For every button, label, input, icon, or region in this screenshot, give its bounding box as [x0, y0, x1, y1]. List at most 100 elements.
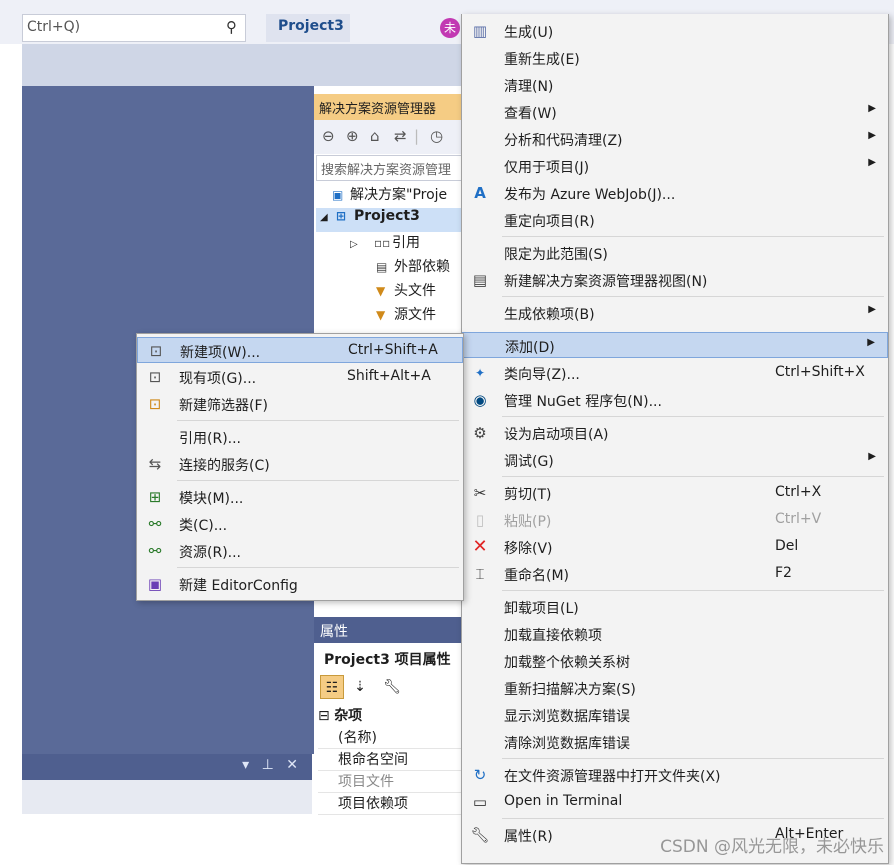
module-icon: ⊞ [148, 488, 162, 506]
tree-item-header-files[interactable]: ▼ 头文件 [376, 280, 436, 304]
menu-item-new-view[interactable]: ▤ 新建解决方案资源管理器视图(N) [462, 267, 888, 293]
search-input[interactable]: Ctrl+Q) ⚲ [22, 14, 246, 42]
menu-item-rebuild[interactable]: 重新生成(E) [462, 45, 888, 71]
property-category[interactable]: ⊟ 杂项 [318, 705, 462, 727]
menu-item-open-terminal[interactable]: ▭ Open in Terminal [462, 789, 888, 815]
tree-item-solution[interactable]: ▣ 解决方案"Proje [332, 184, 447, 208]
menu-item-debug[interactable]: 调试(G) ▶ [462, 447, 888, 473]
tree-item-project[interactable]: ◢ ⊞ Project3 [316, 208, 462, 232]
menu-item-set-startup[interactable]: ⚙ 设为启动项目(A) [462, 420, 888, 446]
submenu-item-module[interactable]: ⊞ 模块(M)... [137, 484, 463, 510]
property-row[interactable]: 根命名空间 [318, 749, 462, 771]
alphabetical-icon[interactable]: ⇣ [348, 675, 372, 699]
categorized-icon[interactable]: ☷ [320, 675, 344, 699]
menu-separator [177, 480, 459, 481]
expand-arrow-icon[interactable]: ▷ [350, 239, 374, 250]
switch-view-icon[interactable]: ⇄ [394, 127, 407, 145]
menu-item-show-db-errors[interactable]: 显示浏览数据库错误 [462, 702, 888, 728]
back-icon[interactable]: ⊖ [322, 127, 335, 145]
connected-service-icon: ⇆ [148, 455, 162, 473]
bottom-panel [22, 780, 312, 814]
menu-item-unload[interactable]: 卸载项目(L) [462, 594, 888, 620]
submenu-arrow-icon: ▶ [868, 451, 876, 462]
bottom-panel-content [22, 814, 312, 865]
menu-item-class-wizard[interactable]: ✦ 类向导(Z)... Ctrl+Shift+X [462, 360, 888, 386]
add-submenu: ⊡ 新建项(W)... Ctrl+Shift+A ⊡ 现有项(G)... Shift+A… [136, 333, 464, 601]
project-icon: ⊞ [336, 209, 347, 223]
menu-item-paste[interactable]: ▯ 粘贴(P) Ctrl+V [462, 507, 888, 533]
resource-icon: ⚯ [148, 542, 162, 560]
menu-separator [502, 758, 884, 759]
panel-controls-icon[interactable]: ▾ ⊥ ✕ [242, 757, 302, 773]
open-folder-icon: ↻ [473, 766, 487, 784]
submenu-arrow-icon: ▶ [867, 337, 875, 348]
properties-title: Project3 项目属性 [324, 652, 451, 668]
menu-separator [177, 567, 459, 568]
menu-item-clear-db-errors[interactable]: 清除浏览数据库错误 [462, 729, 888, 755]
menu-item-remove[interactable]: ✕ 移除(V) Del [462, 534, 888, 560]
submenu-arrow-icon: ▶ [868, 304, 876, 315]
new-filter-icon: ⊡ [148, 395, 162, 413]
menu-item-build[interactable]: ▥ 生成(U) [462, 18, 888, 44]
menu-item-load-direct-deps[interactable]: 加载直接依赖项 [462, 621, 888, 647]
menu-item-scope[interactable]: 限定为此范围(S) [462, 240, 888, 266]
submenu-item-editorconfig[interactable]: ▣ 新建 EditorConfig [137, 571, 463, 597]
pending-changes-icon[interactable]: ◷ [430, 127, 443, 145]
submenu-item-class[interactable]: ⚯ 类(C)... [137, 511, 463, 537]
bottom-panel-tab[interactable]: ▾ ⊥ ✕ [22, 754, 312, 780]
forward-icon[interactable]: ⊕ [346, 127, 359, 145]
submenu-item-connected-service[interactable]: ⇆ 连接的服务(C) [137, 451, 463, 477]
search-input-text: Ctrl+Q) [27, 19, 81, 35]
menu-item-build-deps[interactable]: 生成依赖项(B) ▶ [462, 300, 888, 326]
paste-icon: ▯ [475, 511, 485, 529]
user-badge[interactable]: 未 [440, 18, 460, 38]
submenu-item-new-item[interactable]: ⊡ 新建项(W)... Ctrl+Shift+A [137, 337, 463, 363]
solution-explorer-header: 解决方案资源管理器 [314, 94, 462, 120]
editorconfig-icon: ▣ [147, 575, 163, 593]
submenu-item-new-filter[interactable]: ⊡ 新建筛选器(F) [137, 391, 463, 417]
tree-item-source-files[interactable]: ▼ 源文件 [376, 304, 436, 328]
menu-item-view[interactable]: 查看(W) ▶ [462, 99, 888, 125]
remove-icon: ✕ [472, 536, 488, 557]
tree-item-references[interactable]: ▷ ▫▫ 引用 [350, 232, 420, 256]
menu-item-clean[interactable]: 清理(N) [462, 72, 888, 98]
wrench-icon[interactable]: 🔧︎ [380, 675, 404, 699]
property-row[interactable]: 项目依赖项 [318, 793, 462, 815]
solution-icon: ▣ [332, 188, 344, 202]
menu-item-retarget[interactable]: 重定向项目(R) [462, 207, 888, 233]
collapse-icon[interactable]: ⊟ [318, 708, 334, 724]
menu-item-open-folder[interactable]: ↻ 在文件资源管理器中打开文件夹(X) [462, 762, 888, 788]
submenu-item-resource[interactable]: ⚯ 资源(R)... [137, 538, 463, 564]
menu-item-rename[interactable]: ⌶ 重命名(M) F2 [462, 561, 888, 587]
menu-item-add[interactable]: 添加(D) ▶ [462, 332, 888, 358]
menu-item-cut[interactable]: ✂ 剪切(T) Ctrl+X [462, 480, 888, 506]
menu-item-rescan[interactable]: 重新扫描解决方案(S) [462, 675, 888, 701]
search-icon[interactable]: ⚲ [226, 18, 237, 36]
properties-toolbar: ☷ ⇣ 🔧︎ [320, 675, 460, 701]
property-row[interactable]: (名称) [318, 727, 462, 749]
solution-explorer-toolbar: ⊖ ⊕ ⌂ ⇄ | ◷ [314, 120, 462, 154]
properties-header: 属性 [314, 617, 462, 643]
menu-item-nuget[interactable]: ◉ 管理 NuGet 程序包(N)... [462, 387, 888, 413]
submenu-item-existing-item[interactable]: ⊡ 现有项(G)... Shift+Alt+A [137, 364, 463, 390]
collapse-arrow-icon[interactable]: ◢ [316, 212, 336, 223]
property-row[interactable]: 项目文件 [318, 771, 462, 793]
menu-item-project-only[interactable]: 仅用于项目(J) ▶ [462, 153, 888, 179]
solution-search-input[interactable]: 搜索解决方案资源管理 [316, 155, 462, 181]
menu-separator [502, 296, 884, 297]
external-deps-icon: ▤ [376, 260, 388, 274]
menu-item-publish-azure[interactable]: A 发布为 Azure WebJob(J)... [462, 180, 888, 206]
menu-item-analyze[interactable]: 分析和代码清理(Z) ▶ [462, 126, 888, 152]
new-item-icon: ⊡ [149, 342, 163, 360]
menu-separator [502, 476, 884, 477]
tree-item-external-deps[interactable]: ▤ 外部依赖 [376, 256, 450, 280]
menu-item-load-dep-tree[interactable]: 加载整个依赖关系树 [462, 648, 888, 674]
menu-separator [502, 236, 884, 237]
submenu-item-reference[interactable]: 引用(R)... [137, 424, 463, 450]
properties-panel: Project3 项目属性 ☷ ⇣ 🔧︎ ⊟ 杂项 (名称) 根命名空间 项目文… [314, 643, 462, 865]
scissors-icon: ✂ [473, 484, 487, 502]
watermark: CSDN @风光无限，未必快乐 [660, 837, 884, 857]
menu-separator [502, 590, 884, 591]
home-icon[interactable]: ⌂ [370, 127, 380, 145]
references-icon: ▫▫ [374, 236, 391, 250]
